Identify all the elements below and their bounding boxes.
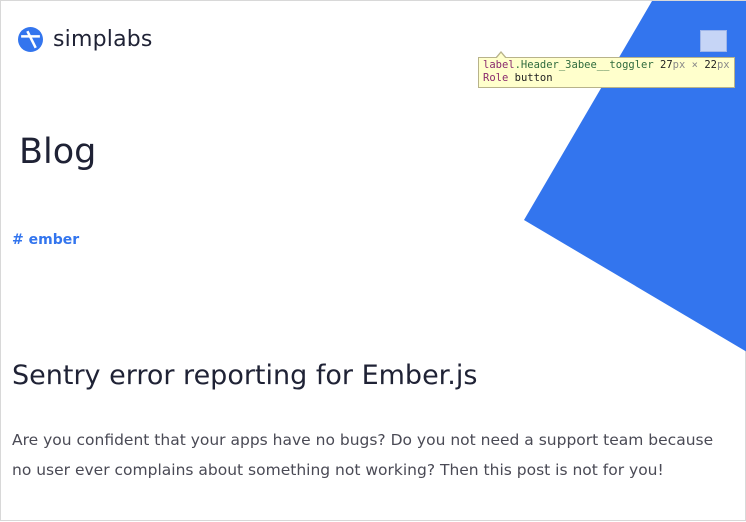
inspector-times: × (691, 59, 698, 71)
inspector-role-row: Role button (483, 72, 730, 85)
page-title: Blog (19, 132, 97, 172)
inspector-width: 27 (660, 59, 673, 71)
inspector-selector-row: label.Header_3abee__toggler 27px × 22px (483, 59, 730, 72)
inspector-unit: px (672, 59, 686, 71)
element-inspector-tooltip: label.Header_3abee__toggler 27px × 22px … (478, 51, 735, 88)
tag-link-ember[interactable]: # ember (12, 232, 79, 248)
inspector-height: 22 (704, 59, 717, 71)
brand-name: simplabs (53, 27, 153, 52)
inspector-class: .Header_3abee__toggler (514, 59, 654, 71)
site-logo[interactable]: simplabs (18, 27, 153, 52)
inspector-unit: px (716, 59, 730, 71)
inspector-role-value: button (514, 72, 553, 84)
inspector-tag: label (483, 59, 515, 71)
post-title-link[interactable]: Sentry error reporting for Ember.js (12, 360, 477, 391)
simplabs-logo-icon (18, 27, 43, 52)
menu-toggle-button[interactable] (700, 30, 727, 52)
post-excerpt: Are you confident that your apps have no… (12, 431, 714, 479)
inspector-role-key: Role (483, 72, 509, 84)
